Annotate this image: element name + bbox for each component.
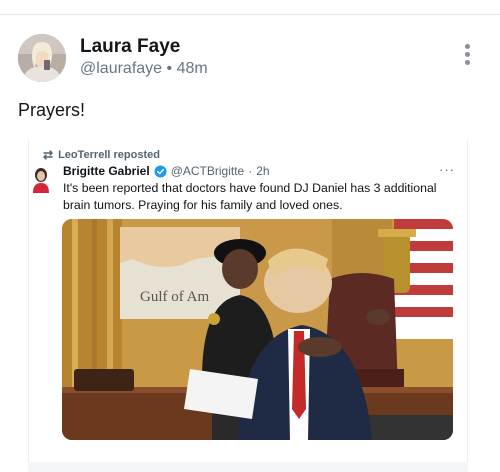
author-avatar-image xyxy=(33,168,49,193)
avatar-image xyxy=(18,34,66,82)
photo-sign-text: Gulf of Am xyxy=(140,289,209,305)
more-dot-icon xyxy=(464,52,470,57)
embedded-post-photo[interactable]: Gulf of Am xyxy=(62,219,453,440)
author-name[interactable]: Brigitte Gabriel xyxy=(63,164,150,178)
author-row: Brigitte Gabriel @ACTBrigitte · 2h xyxy=(63,164,270,178)
user-handle[interactable]: @laurafaye xyxy=(80,60,162,77)
display-name[interactable]: Laura Faye xyxy=(80,36,180,58)
embedded-post-footer-edge xyxy=(28,462,468,472)
post-time[interactable]: 48m xyxy=(177,60,208,77)
embedded-post-time[interactable]: 2h xyxy=(256,164,269,178)
repost-label[interactable]: LeoTerrell reposted xyxy=(58,149,160,161)
separator-dot: • xyxy=(166,60,173,77)
photo-illustration: Gulf of Am xyxy=(62,219,453,440)
handle-row: @laurafaye • 48m xyxy=(80,60,208,78)
embedded-post[interactable]: ⇄ LeoTerrell reposted Brigitte Gabriel @… xyxy=(28,140,468,472)
embedded-post-text: It's been reported that doctors have fou… xyxy=(63,181,437,212)
avatar[interactable] xyxy=(18,34,66,82)
more-dot-icon xyxy=(464,44,470,49)
post-text: Prayers! xyxy=(18,100,86,120)
verified-badge-icon xyxy=(154,164,167,178)
more-options-button[interactable] xyxy=(459,44,475,72)
embedded-more-options-button[interactable]: ··· xyxy=(439,162,455,177)
author-handle[interactable]: @ACTBrigitte xyxy=(171,164,245,178)
repost-icon: ⇄ xyxy=(43,148,54,162)
top-divider xyxy=(0,14,500,15)
more-dot-icon xyxy=(464,60,470,65)
separator-dot: · xyxy=(248,164,253,178)
repost-row: ⇄ LeoTerrell reposted xyxy=(43,148,160,162)
author-avatar[interactable] xyxy=(31,167,51,193)
